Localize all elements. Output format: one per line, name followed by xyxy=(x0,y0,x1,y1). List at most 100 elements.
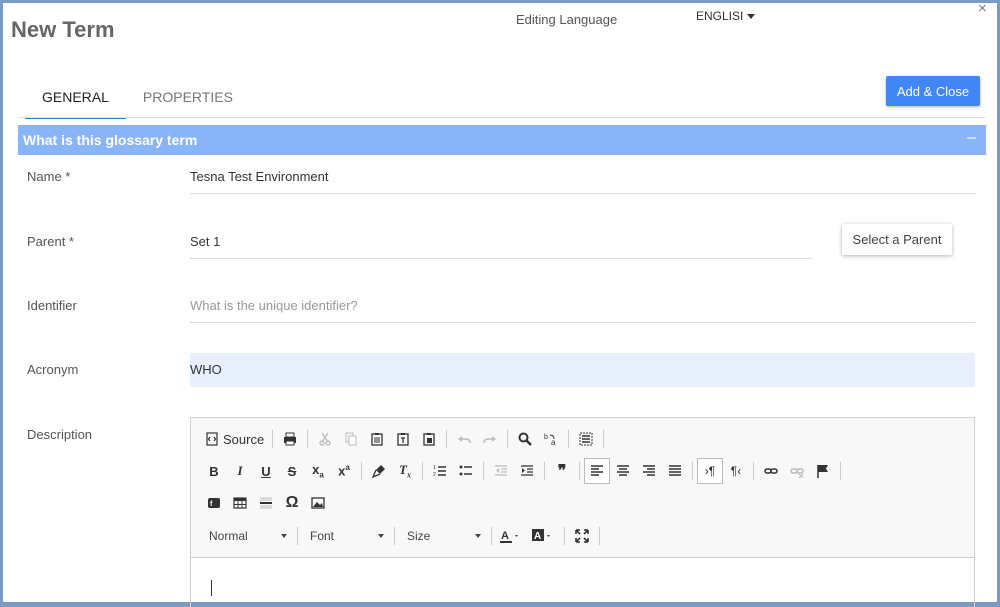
bulleted-list-button[interactable] xyxy=(453,458,479,484)
undo-icon xyxy=(458,436,471,444)
print-button[interactable] xyxy=(277,426,303,452)
strike-button[interactable]: S xyxy=(279,458,305,484)
link-icon xyxy=(764,468,778,474)
indent-icon xyxy=(521,465,533,476)
chevron-down-icon xyxy=(747,13,756,19)
source-button[interactable]: Source xyxy=(201,426,268,452)
rtl-button[interactable]: ¶‹ xyxy=(723,458,749,484)
flash-button[interactable]: f xyxy=(201,490,227,516)
language-dropdown[interactable]: ENGLISI xyxy=(696,9,756,23)
remove-format-icon: Tx xyxy=(399,462,411,480)
bold-button[interactable]: B xyxy=(201,458,227,484)
tab-properties[interactable]: PROPERTIES xyxy=(126,81,250,119)
find-button[interactable] xyxy=(512,426,538,452)
add-close-button[interactable]: Add & Close xyxy=(886,76,980,106)
copy-icon xyxy=(345,432,357,446)
dialog-title: New Term xyxy=(11,17,115,42)
select-parent-button[interactable]: Select a Parent xyxy=(842,224,952,255)
superscript-button[interactable]: xa xyxy=(331,458,357,484)
cut-button[interactable] xyxy=(312,426,338,452)
underline-icon: U xyxy=(261,463,271,479)
parent-label: Parent * xyxy=(27,234,74,249)
paste-button[interactable] xyxy=(364,426,390,452)
special-char-icon: Ω xyxy=(285,494,299,511)
section-header[interactable]: What is this glossary term – xyxy=(18,125,986,155)
toolbar-row-3: f Ω xyxy=(201,490,331,516)
outdent-button[interactable] xyxy=(488,458,514,484)
source-label: Source xyxy=(223,431,265,447)
format-value: Normal xyxy=(209,529,248,543)
bulleted-list-icon xyxy=(459,465,472,476)
font-combo[interactable]: Font xyxy=(302,524,390,548)
text-color-icon: A xyxy=(500,530,518,543)
size-combo[interactable]: Size xyxy=(399,524,487,548)
align-center-button[interactable] xyxy=(610,458,636,484)
subscript-button[interactable]: xa xyxy=(305,458,331,484)
subscript-icon: xa xyxy=(312,462,324,480)
maximize-button[interactable] xyxy=(569,523,595,549)
language-value: ENGLISI xyxy=(696,9,744,23)
redo-button[interactable] xyxy=(477,426,503,452)
replace-button[interactable]: ba xyxy=(538,426,564,452)
copy-button[interactable] xyxy=(338,426,364,452)
toolbar-row-1: Source b a xyxy=(201,426,608,452)
paste-icon xyxy=(371,433,383,446)
select-all-button[interactable] xyxy=(573,426,599,452)
maximize-icon xyxy=(575,529,589,543)
description-label: Description xyxy=(27,427,93,442)
align-right-button[interactable] xyxy=(636,458,662,484)
chevron-down-icon xyxy=(475,534,481,538)
select-all-icon xyxy=(579,432,593,446)
text-color-button[interactable]: A xyxy=(496,523,528,549)
toolbar-row-4: Normal Font Size A A xyxy=(201,523,604,549)
background-color-button[interactable]: A xyxy=(528,523,560,549)
numbered-list-button[interactable]: 12 xyxy=(427,458,453,484)
copy-format-button[interactable] xyxy=(366,458,392,484)
align-left-icon xyxy=(591,465,603,476)
svg-text:A: A xyxy=(501,530,509,542)
name-label: Name * xyxy=(27,169,71,184)
undo-button[interactable] xyxy=(451,426,477,452)
acronym-input[interactable]: WHO xyxy=(190,362,222,377)
italic-button[interactable]: I xyxy=(227,458,253,484)
outdent-icon xyxy=(495,465,507,476)
image-button[interactable] xyxy=(305,490,331,516)
format-combo[interactable]: Normal xyxy=(201,524,293,548)
paste-text-button[interactable] xyxy=(390,426,416,452)
name-input[interactable]: Tesna Test Environment xyxy=(190,169,329,184)
tab-general[interactable]: GENERAL xyxy=(25,81,126,119)
acronym-field[interactable] xyxy=(190,353,975,387)
remove-format-button[interactable]: Tx xyxy=(392,458,418,484)
font-value: Font xyxy=(310,529,335,543)
image-icon xyxy=(311,497,325,509)
svg-text:2: 2 xyxy=(433,472,436,478)
toolbar-row-2: B I U S xa xa Tx 12 ❞ ›¶ ¶‹ xyxy=(201,458,845,484)
unlink-button[interactable] xyxy=(784,458,810,484)
align-left-button[interactable] xyxy=(584,458,610,484)
identifier-input[interactable]: What is the unique identifier? xyxy=(190,298,358,313)
svg-text:A: A xyxy=(534,531,541,542)
link-button[interactable] xyxy=(758,458,784,484)
close-icon[interactable]: × xyxy=(978,0,987,17)
find-icon xyxy=(518,432,533,446)
horizontal-line-button[interactable] xyxy=(253,490,279,516)
paste-word-button[interactable] xyxy=(416,426,442,452)
dialog-frame: New Term Editing Language ENGLISI × GENE… xyxy=(0,0,1000,607)
table-button[interactable] xyxy=(227,490,253,516)
paste-text-icon xyxy=(397,433,409,446)
svg-text:b: b xyxy=(544,434,548,441)
svg-text:1: 1 xyxy=(433,465,436,471)
blockquote-icon: ❞ xyxy=(557,463,567,480)
ltr-button[interactable]: ›¶ xyxy=(697,458,723,484)
anchor-button[interactable] xyxy=(810,458,836,484)
collapse-icon[interactable]: – xyxy=(967,129,976,147)
blockquote-button[interactable]: ❞ xyxy=(549,458,575,484)
editor-toolbar: Source b a B I U S xa xa Tx 1 2 ❞ ›¶ ¶‹ … xyxy=(191,418,974,558)
indent-button[interactable] xyxy=(514,458,540,484)
horizontal-line-icon xyxy=(260,497,272,509)
special-char-button[interactable]: Ω xyxy=(279,490,305,516)
source-icon xyxy=(206,432,218,446)
underline-button[interactable]: U xyxy=(253,458,279,484)
justify-button[interactable] xyxy=(662,458,688,484)
parent-input[interactable]: Set 1 xyxy=(190,234,220,249)
